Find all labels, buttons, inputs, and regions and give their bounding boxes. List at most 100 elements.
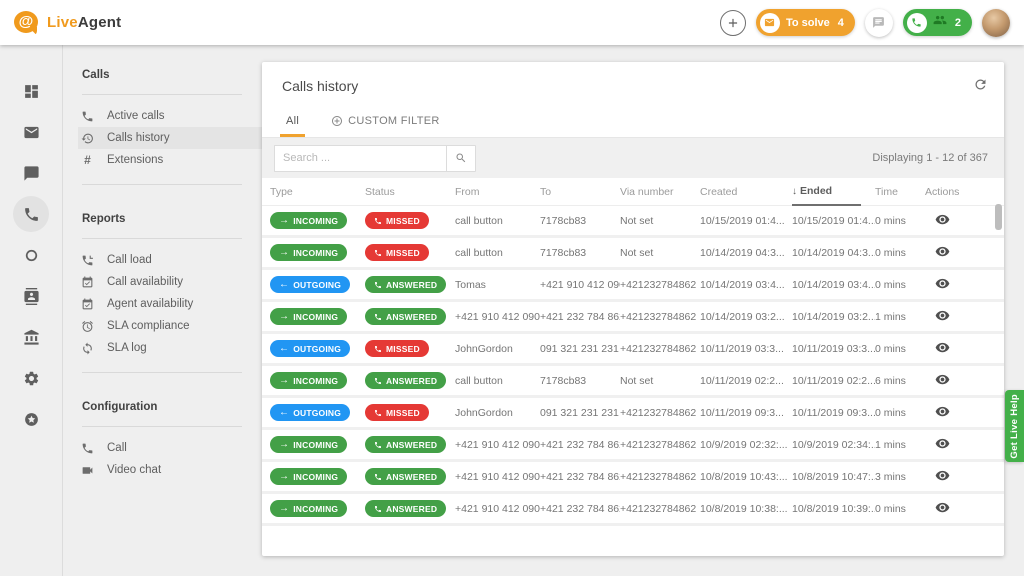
type-badge-label: INCOMING xyxy=(293,311,339,322)
rail-item-settings[interactable] xyxy=(13,360,49,396)
rail-item-status[interactable] xyxy=(13,237,49,273)
nav-item-sla-log[interactable]: SLA log xyxy=(78,337,262,359)
nav-item-agent-availability[interactable]: Agent availability xyxy=(78,293,262,315)
col-header-to[interactable]: To xyxy=(540,186,620,198)
table-row[interactable]: → INCOMING ANSWERED +421 910 412 090 +42… xyxy=(262,430,1004,462)
view-call-button[interactable] xyxy=(925,436,950,454)
view-call-button[interactable] xyxy=(925,308,950,326)
col-header-ended-sorted[interactable]: ↓ Ended xyxy=(792,178,861,206)
search-button[interactable] xyxy=(446,144,476,172)
rail-item-chats[interactable] xyxy=(13,155,49,191)
star-circle-icon xyxy=(24,412,38,426)
cell-from: +421 910 412 090 xyxy=(455,438,540,451)
col-header-status[interactable]: Status xyxy=(365,186,455,198)
cell-to: +421 232 784 862 xyxy=(540,502,620,515)
calls-online-button[interactable]: 2 xyxy=(902,9,972,36)
status-badge: ANSWERED xyxy=(365,436,447,453)
rail-item-academy[interactable] xyxy=(13,319,49,355)
cell-from: +421 910 412 090 xyxy=(455,310,540,323)
cell-created: 10/11/2019 02:2... xyxy=(700,374,784,387)
cell-ended: 10/11/2019 02:2... xyxy=(792,374,875,387)
type-badge-label: OUTGOING xyxy=(293,279,342,290)
tab-all[interactable]: All xyxy=(272,104,313,137)
cell-time: 0 mins xyxy=(875,502,906,515)
cell-to: 7178cb83 xyxy=(540,374,587,387)
col-header-actions[interactable]: Actions xyxy=(925,186,985,198)
liveagent-logo[interactable]: @ LiveAgent xyxy=(14,10,121,36)
col-header-created[interactable]: Created xyxy=(700,186,792,198)
type-badge-label: INCOMING xyxy=(293,215,339,226)
rail-item-calls[interactable] xyxy=(13,196,49,232)
nav-item-video-chat[interactable]: Video chat xyxy=(78,459,262,481)
col-header-type[interactable]: Type xyxy=(270,186,365,198)
help-tab-label: Get Live Help xyxy=(1009,393,1020,459)
table-row[interactable]: ← OUTGOING MISSED JohnGordon 091 321 231… xyxy=(262,398,1004,430)
tab-custom-filter[interactable]: CUSTOM FILTER xyxy=(317,104,454,137)
ring-icon xyxy=(25,249,37,261)
rail-item-dashboard[interactable] xyxy=(13,73,49,109)
cell-to: 7178cb83 xyxy=(540,214,587,227)
chat-bubble-icon xyxy=(23,165,39,181)
nav-item-label: Agent availability xyxy=(107,298,194,310)
nav-item-sla-compliance[interactable]: SLA compliance xyxy=(78,315,262,337)
view-call-button[interactable] xyxy=(925,468,950,486)
eye-icon xyxy=(935,246,950,256)
cell-created: 10/14/2019 03:2... xyxy=(700,310,785,323)
direction-arrow-icon: ← xyxy=(279,342,290,354)
chats-status-button[interactable] xyxy=(864,8,893,37)
add-new-button[interactable] xyxy=(719,9,746,36)
nav-item-extensions[interactable]: # Extensions xyxy=(78,149,262,171)
col-header-via-number[interactable]: Via number xyxy=(620,186,700,198)
cell-via: Not set xyxy=(620,214,654,227)
nav-item-call-availability[interactable]: Call availability xyxy=(78,271,262,293)
divider xyxy=(82,94,242,95)
view-call-button[interactable] xyxy=(925,500,950,518)
nav-item-call-config[interactable]: Call xyxy=(78,437,262,459)
nav-item-label: SLA compliance xyxy=(107,320,190,332)
col-header-from[interactable]: From xyxy=(455,186,540,198)
nav-item-active-calls[interactable]: Active calls xyxy=(78,105,262,127)
table-row[interactable]: ← OUTGOING MISSED JohnGordon 091 321 231… xyxy=(262,334,1004,366)
type-badge: ← OUTGOING xyxy=(270,340,351,357)
table-row[interactable]: → INCOMING MISSED call button 7178cb83 N… xyxy=(262,238,1004,270)
calendar-check-icon xyxy=(80,276,95,289)
vertical-scrollbar[interactable] xyxy=(995,204,1002,230)
cell-to: +421 910 412 090 xyxy=(540,278,620,291)
plus-circle-icon xyxy=(332,115,343,126)
rail-item-addons[interactable] xyxy=(13,401,49,437)
status-badge-label: ANSWERED xyxy=(386,471,438,482)
table-row[interactable]: → INCOMING ANSWERED +421 910 412 090 +42… xyxy=(262,462,1004,494)
cell-via: +421232784862 xyxy=(620,310,697,323)
bank-building-icon xyxy=(23,329,39,345)
table-row[interactable]: → INCOMING ANSWERED +421 910 412 090 +42… xyxy=(262,494,1004,526)
cell-via: +421232784862 xyxy=(620,278,697,291)
rail-item-tickets[interactable] xyxy=(13,114,49,150)
get-live-help-tab[interactable]: Get Live Help xyxy=(1005,390,1024,462)
view-call-button[interactable] xyxy=(925,340,950,358)
view-call-button[interactable] xyxy=(925,404,950,422)
view-call-button[interactable] xyxy=(925,244,950,262)
calendar-check-icon xyxy=(80,298,95,311)
view-call-button[interactable] xyxy=(925,212,950,230)
user-avatar[interactable] xyxy=(982,8,1010,37)
table-row[interactable]: → INCOMING ANSWERED call button 7178cb83… xyxy=(262,366,1004,398)
table-row[interactable]: → INCOMING MISSED call button 7178cb83 N… xyxy=(262,206,1004,238)
cell-created: 10/8/2019 10:43:... xyxy=(700,470,788,483)
nav-item-call-load[interactable]: Call load xyxy=(78,249,262,271)
table-row[interactable]: ← OUTGOING ANSWERED Tomas +421 910 412 0… xyxy=(262,270,1004,302)
table-row[interactable]: → INCOMING ANSWERED +421 910 412 090 +42… xyxy=(262,302,1004,334)
cell-from: +421 910 412 090 xyxy=(455,502,540,515)
cell-created: 10/11/2019 03:3... xyxy=(700,342,784,355)
nav-item-calls-history[interactable]: Calls history xyxy=(78,127,262,149)
status-badge-label: MISSED xyxy=(386,215,420,226)
table-header: Type Status From To Via number Created ↓… xyxy=(262,178,1004,206)
cell-via: Not set xyxy=(620,246,654,259)
refresh-button[interactable] xyxy=(973,77,988,95)
view-call-button[interactable] xyxy=(925,276,950,294)
to-solve-button[interactable]: To solve 4 xyxy=(755,9,855,36)
cell-to: 7178cb83 xyxy=(540,246,587,259)
view-call-button[interactable] xyxy=(925,372,950,390)
rail-item-contacts[interactable] xyxy=(13,278,49,314)
search-input[interactable] xyxy=(274,144,446,172)
col-header-time[interactable]: Time xyxy=(875,186,925,198)
